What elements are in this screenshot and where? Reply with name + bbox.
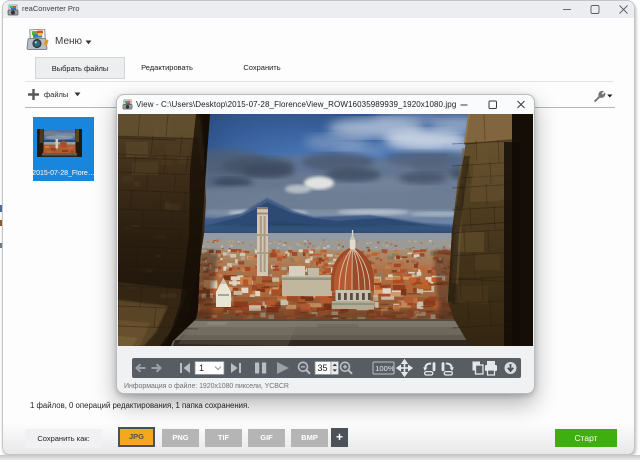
svg-text:35: 35 [318,363,328,373]
svg-text:100%: 100% [375,364,395,373]
svg-text:1: 1 [199,363,204,373]
